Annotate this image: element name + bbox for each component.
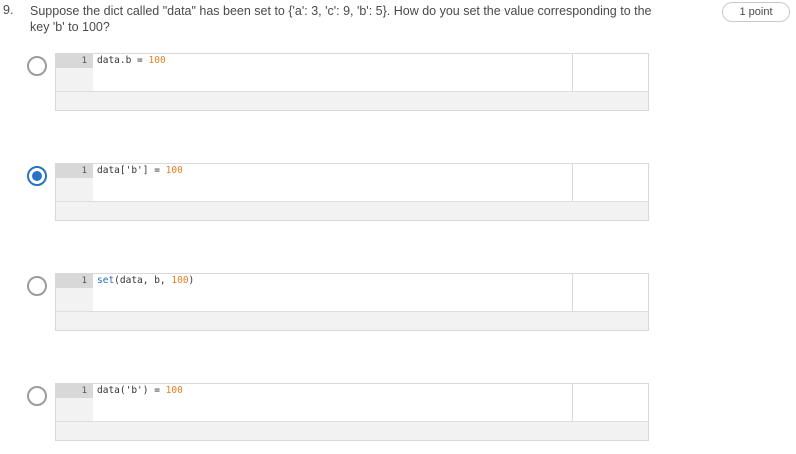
editor-footer [56,421,648,440]
code-token: data( [97,385,126,396]
code-line[interactable]: data('b') = 100 [97,384,183,398]
code-token: (data, b, [114,275,172,286]
points-badge: 1 point [722,2,790,22]
code-token: 100 [148,55,166,66]
code-token: ) = [142,385,166,396]
line-number: 1 [56,54,93,68]
line-number: 1 [56,274,93,288]
editor-footer [56,201,648,220]
code-editor-1[interactable]: 1 data.b = 100 [55,53,649,111]
editor-divider [572,274,573,312]
question-text: Suppose the dict called "data" has been … [30,4,652,34]
code-editor-4[interactable]: 1 data('b') = 100 [55,383,649,441]
radio-button-2[interactable] [27,166,47,186]
code-token: 'b' [125,385,143,396]
code-token: data.b [97,55,138,66]
code-line[interactable]: data.b = 100 [97,54,166,68]
code-token: ) [188,275,195,286]
answer-option-1[interactable]: 1 data.b = 100 [0,53,796,113]
code-editor-3[interactable]: 1 set(data, b, 100) [55,273,649,331]
code-token: set [97,275,115,286]
editor-divider [572,164,573,202]
code-editor-2[interactable]: 1 data['b'] = 100 [55,163,649,221]
editor-divider [572,384,573,422]
code-token: 100 [165,385,183,396]
question-number: 9. [3,3,14,17]
answer-option-2[interactable]: 1 data['b'] = 100 [0,163,796,223]
code-line[interactable]: set(data, b, 100) [97,274,194,288]
answer-option-3[interactable]: 1 set(data, b, 100) [0,273,796,333]
answer-option-4[interactable]: 1 data('b') = 100 [0,383,796,443]
radio-button-4[interactable] [27,386,47,406]
code-token: 'b' [125,165,143,176]
code-token: 100 [171,275,189,286]
code-line[interactable]: data['b'] = 100 [97,164,183,178]
code-token: 100 [165,165,183,176]
code-token: data[ [97,165,126,176]
radio-button-3[interactable] [27,276,47,296]
editor-divider [572,54,573,92]
editor-footer [56,91,648,110]
radio-button-1[interactable] [27,56,47,76]
line-number: 1 [56,164,93,178]
code-token: ] = [142,165,166,176]
line-number: 1 [56,384,93,398]
editor-footer [56,311,648,330]
